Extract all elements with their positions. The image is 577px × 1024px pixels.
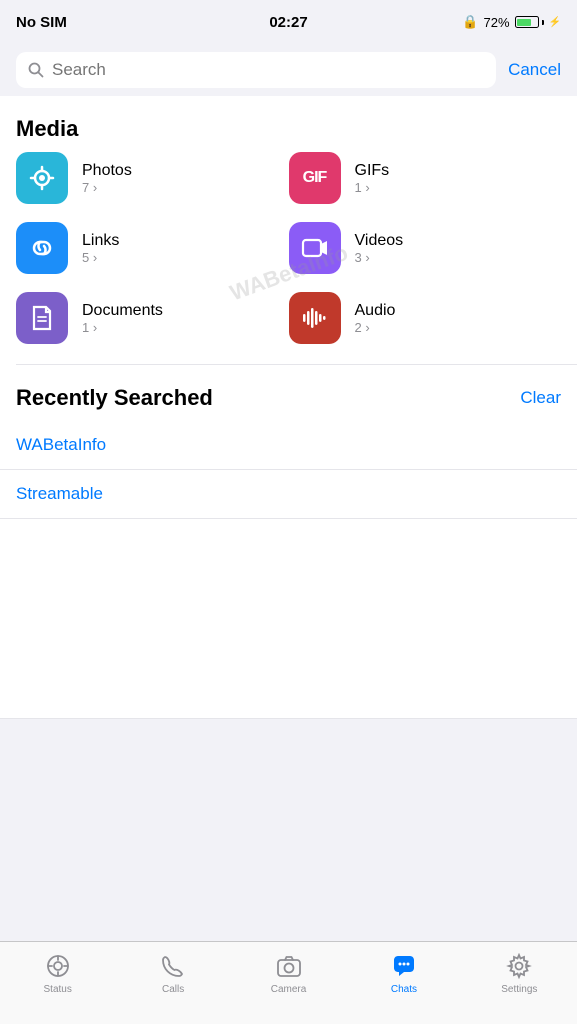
carrier-label: No SIM	[16, 14, 67, 31]
gifs-name: GIFs	[355, 162, 390, 180]
videos-count: 3	[355, 250, 404, 265]
audio-icon-bg	[289, 292, 341, 344]
links-info: Links 5	[82, 232, 119, 265]
media-item-links[interactable]: Links 5	[16, 222, 289, 274]
videos-name: Videos	[355, 232, 404, 250]
search-icon	[28, 62, 44, 78]
videos-icon-bg	[289, 222, 341, 274]
photos-icon-bg	[16, 152, 68, 204]
media-grid: Photos 7 GIF GIFs 1 Links	[0, 152, 577, 364]
tab-status[interactable]: Status	[0, 952, 115, 995]
links-icon	[27, 233, 57, 263]
tab-settings[interactable]: Settings	[462, 952, 577, 995]
camera-tab-label: Camera	[271, 984, 307, 995]
time-label: 02:27	[269, 14, 307, 31]
chats-tab-label: Chats	[391, 984, 417, 995]
media-section-title: Media	[0, 96, 577, 152]
videos-info: Videos 3	[355, 232, 404, 265]
lock-icon: 🔒	[462, 14, 478, 30]
audio-name: Audio	[355, 302, 396, 320]
audio-info: Audio 2	[355, 302, 396, 335]
links-count: 5	[82, 250, 119, 265]
photos-count: 7	[82, 180, 132, 195]
charging-bolt-icon: ⚡	[549, 17, 561, 28]
media-item-gifs[interactable]: GIF GIFs 1	[289, 152, 562, 204]
audio-icon	[300, 303, 330, 333]
recently-searched-header: Recently Searched Clear	[0, 365, 577, 421]
search-bar: Cancel	[0, 44, 577, 96]
chats-tab-icon	[390, 952, 418, 980]
documents-icon-bg	[16, 292, 68, 344]
links-icon-bg	[16, 222, 68, 274]
status-tab-label: Status	[44, 984, 72, 995]
tab-bar: Status Calls Camera Cha	[0, 941, 577, 1024]
recent-search-wabetainfo[interactable]: WABetaInfo	[0, 421, 577, 470]
search-input-wrapper[interactable]	[16, 52, 496, 88]
recent-search-streamable[interactable]: Streamable	[0, 470, 577, 519]
status-right: 🔒 72% ⚡	[462, 14, 561, 30]
empty-content-area	[0, 519, 577, 719]
battery-icon	[515, 16, 544, 28]
gifs-icon-bg: GIF	[289, 152, 341, 204]
clear-button[interactable]: Clear	[520, 388, 561, 408]
search-input[interactable]	[52, 60, 484, 80]
photos-icon	[27, 163, 57, 193]
calls-tab-icon	[159, 952, 187, 980]
settings-tab-icon	[505, 952, 533, 980]
media-item-documents[interactable]: Documents 1	[16, 292, 289, 344]
battery-percent: 72%	[484, 15, 510, 30]
tab-calls[interactable]: Calls	[115, 952, 230, 995]
videos-icon	[300, 233, 330, 263]
photos-info: Photos 7	[82, 162, 132, 195]
audio-count: 2	[355, 320, 396, 335]
status-bar: No SIM 02:27 🔒 72% ⚡	[0, 0, 577, 44]
tab-chats[interactable]: Chats	[346, 952, 461, 995]
documents-icon	[27, 303, 57, 333]
media-item-videos[interactable]: Videos 3	[289, 222, 562, 274]
tab-camera[interactable]: Camera	[231, 952, 346, 995]
status-tab-icon	[44, 952, 72, 980]
photos-name: Photos	[82, 162, 132, 180]
gifs-icon: GIF	[303, 169, 327, 187]
main-content: Media Photos 7 GIF	[0, 96, 577, 719]
media-item-photos[interactable]: Photos 7	[16, 152, 289, 204]
documents-name: Documents	[82, 302, 163, 320]
documents-info: Documents 1	[82, 302, 163, 335]
calls-tab-label: Calls	[162, 984, 184, 995]
cancel-button[interactable]: Cancel	[508, 60, 561, 80]
settings-tab-label: Settings	[501, 984, 537, 995]
gifs-count: 1	[355, 180, 390, 195]
links-name: Links	[82, 232, 119, 250]
recently-searched-title: Recently Searched	[16, 385, 213, 411]
gifs-info: GIFs 1	[355, 162, 390, 195]
media-item-audio[interactable]: Audio 2	[289, 292, 562, 344]
documents-count: 1	[82, 320, 163, 335]
camera-tab-icon	[275, 952, 303, 980]
